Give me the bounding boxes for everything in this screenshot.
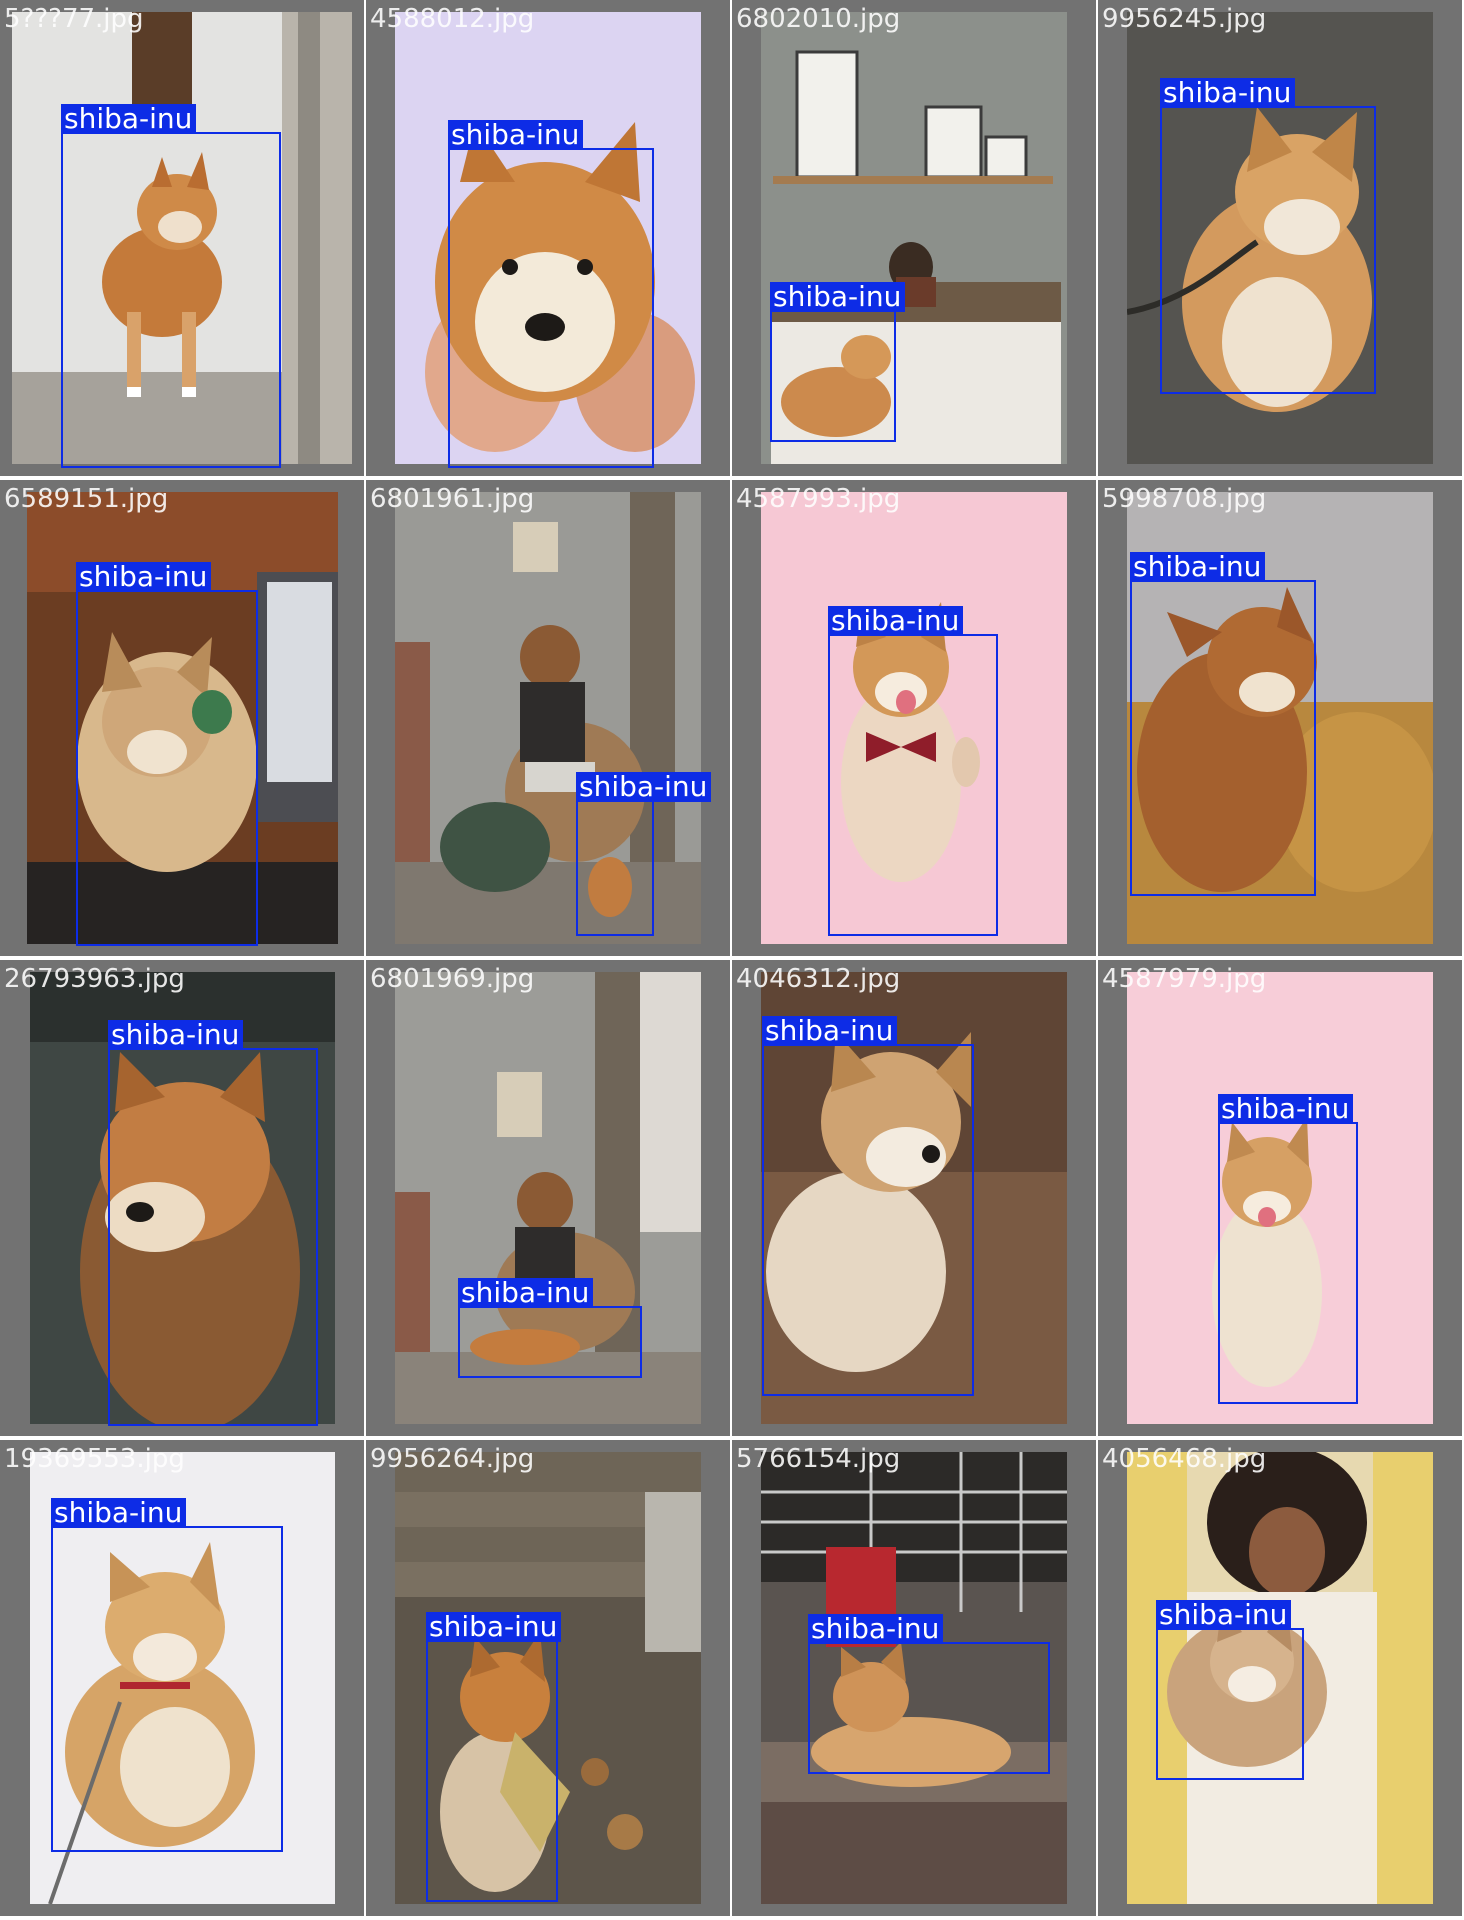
- detection-box: shiba-inu: [426, 1612, 562, 1902]
- detection-box: shiba-inu: [458, 1278, 642, 1378]
- detection-box: shiba-inu: [1130, 552, 1316, 896]
- detection-label: shiba-inu: [51, 1498, 187, 1528]
- detection-label: shiba-inu: [762, 1016, 898, 1046]
- image-tile[interactable]: 4587979.jpg shiba-inu: [1098, 960, 1462, 1436]
- image-tile[interactable]: 6801961.jpg shiba-inu: [366, 480, 730, 956]
- image-tile[interactable]: 6802010.jpg shiba-inu: [732, 0, 1096, 476]
- image-tile[interactable]: 6589151.jpg shiba-inu: [0, 480, 364, 956]
- detection-results-grid: 5???77.jpg shiba-inu 4588012.jpg shiba-i…: [0, 0, 1464, 1920]
- detection-box: shiba-inu: [76, 562, 258, 946]
- detection-box: shiba-inu: [762, 1016, 974, 1396]
- detection-box: shiba-inu: [108, 1020, 318, 1426]
- scene-image: [395, 492, 701, 944]
- detection-box: shiba-inu: [808, 1614, 1050, 1774]
- detection-label: shiba-inu: [1156, 1600, 1292, 1630]
- image-tile[interactable]: 6801969.jpg shiba-inu: [366, 960, 730, 1436]
- image-tile[interactable]: 4587993.jpg shiba-inu: [732, 480, 1096, 956]
- detection-label: shiba-inu: [828, 606, 964, 636]
- detection-label: shiba-inu: [76, 562, 212, 592]
- detection-label: shiba-inu: [448, 120, 584, 150]
- detection-label: shiba-inu: [576, 772, 712, 802]
- image-tile[interactable]: 4046312.jpg shiba-inu: [732, 960, 1096, 1436]
- image-tile[interactable]: 5766154.jpg shiba-inu: [732, 1440, 1096, 1916]
- detection-box: shiba-inu: [1156, 1600, 1304, 1780]
- detection-label: shiba-inu: [1160, 78, 1296, 108]
- image-tile[interactable]: 9956245.jpg shiba-inu: [1098, 0, 1462, 476]
- detection-box: shiba-inu: [576, 772, 712, 936]
- detection-box: shiba-inu: [828, 606, 998, 936]
- detection-label: shiba-inu: [458, 1278, 594, 1308]
- detection-label: shiba-inu: [770, 282, 906, 312]
- detection-box: shiba-inu: [1218, 1094, 1358, 1404]
- detection-label: shiba-inu: [108, 1020, 244, 1050]
- detection-box: shiba-inu: [61, 104, 281, 468]
- detection-label: shiba-inu: [808, 1614, 944, 1644]
- photo: [395, 492, 701, 944]
- detection-box: shiba-inu: [51, 1498, 283, 1852]
- image-tile[interactable]: 4056468.jpg shiba-inu: [1098, 1440, 1462, 1916]
- image-tile[interactable]: 26793963.jpg shiba-inu: [0, 960, 364, 1436]
- detection-label: shiba-inu: [1130, 552, 1266, 582]
- image-tile[interactable]: 19369553.jpg shiba-inu: [0, 1440, 364, 1916]
- image-tile[interactable]: 4588012.jpg shiba-inu: [366, 0, 730, 476]
- image-tile[interactable]: 9956264.jpg shiba-inu: [366, 1440, 730, 1916]
- image-tile[interactable]: 5998708.jpg shiba-inu: [1098, 480, 1462, 956]
- detection-label: shiba-inu: [61, 104, 197, 134]
- detection-box: shiba-inu: [448, 120, 654, 468]
- detection-box: shiba-inu: [770, 282, 906, 442]
- detection-label: shiba-inu: [1218, 1094, 1354, 1124]
- detection-box: shiba-inu: [1160, 78, 1376, 394]
- detection-label: shiba-inu: [426, 1612, 562, 1642]
- image-tile[interactable]: 5???77.jpg shiba-inu: [0, 0, 364, 476]
